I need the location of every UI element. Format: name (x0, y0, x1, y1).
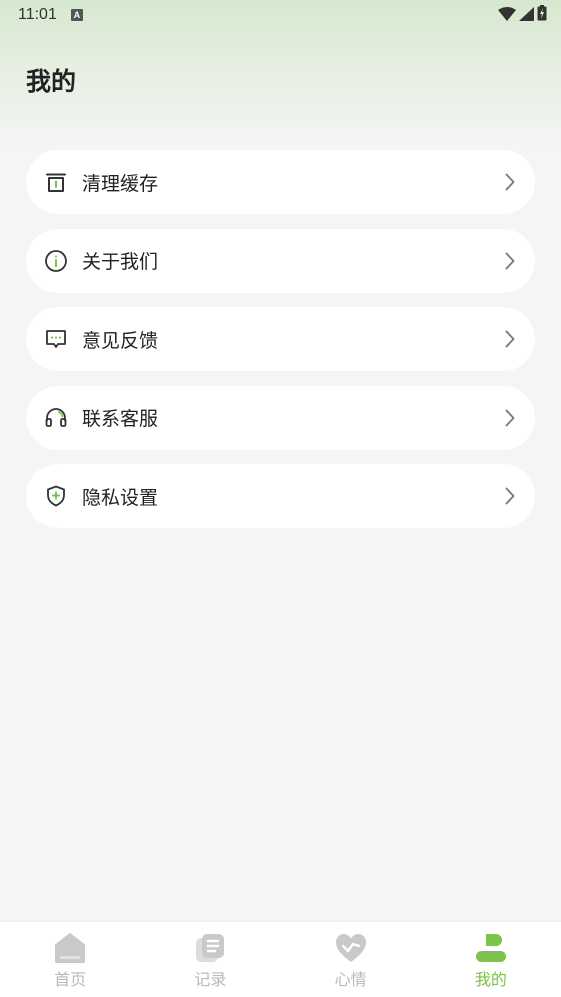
page-title: 我的 (26, 67, 77, 96)
notification-a-icon: A (70, 9, 83, 21)
menu-item-label: 关于我们 (82, 251, 159, 273)
menu-item-about-us[interactable]: 关于我们 (26, 228, 535, 293)
shield-icon (44, 484, 68, 508)
chevron-right-icon (503, 329, 517, 349)
menu-item-contact-support[interactable]: 联系客服 (26, 385, 535, 450)
chevron-right-icon (503, 486, 517, 506)
chevron-right-icon (503, 172, 517, 192)
nav-label: 我的 (474, 970, 507, 989)
status-left: 11:01 A (18, 6, 83, 24)
status-bar: 11:01 A (0, 0, 561, 30)
status-right (498, 5, 547, 25)
settings-menu-list: 清理缓存 关于我们 意见反馈 联系客服 隐私设置 (26, 150, 535, 543)
feedback-icon (44, 327, 68, 351)
heart-icon (334, 931, 368, 965)
nav-label: 心情 (334, 970, 367, 989)
nav-label: 记录 (194, 970, 227, 989)
nav-label: 首页 (54, 970, 87, 989)
menu-item-label: 清理缓存 (82, 172, 159, 195)
menu-item-label: 联系客服 (82, 408, 159, 430)
status-time: 11:01 (18, 6, 57, 23)
home-icon (53, 931, 87, 965)
bottom-navigation: 首页 记录 心情 我的 (0, 921, 561, 997)
menu-item-clear-cache[interactable]: 清理缓存 (26, 150, 535, 214)
headset-icon (44, 406, 68, 430)
profile-icon (474, 931, 508, 965)
nav-tab-home[interactable]: 首页 (0, 922, 140, 997)
trash-icon (44, 170, 68, 194)
chevron-right-icon (503, 408, 517, 428)
signal-icon (519, 6, 534, 25)
menu-item-label: 隐私设置 (82, 486, 159, 509)
chevron-right-icon (503, 251, 517, 271)
record-icon (193, 931, 227, 965)
wifi-icon (498, 6, 516, 25)
info-icon (44, 249, 68, 273)
nav-tab-profile[interactable]: 我的 (421, 922, 561, 997)
nav-tab-mood[interactable]: 心情 (281, 922, 421, 997)
battery-icon (537, 5, 547, 25)
menu-item-label: 意见反馈 (82, 329, 159, 352)
menu-item-feedback[interactable]: 意见反馈 (26, 307, 535, 371)
nav-tab-record[interactable]: 记录 (140, 922, 280, 997)
menu-item-privacy-settings[interactable]: 隐私设置 (26, 464, 535, 528)
